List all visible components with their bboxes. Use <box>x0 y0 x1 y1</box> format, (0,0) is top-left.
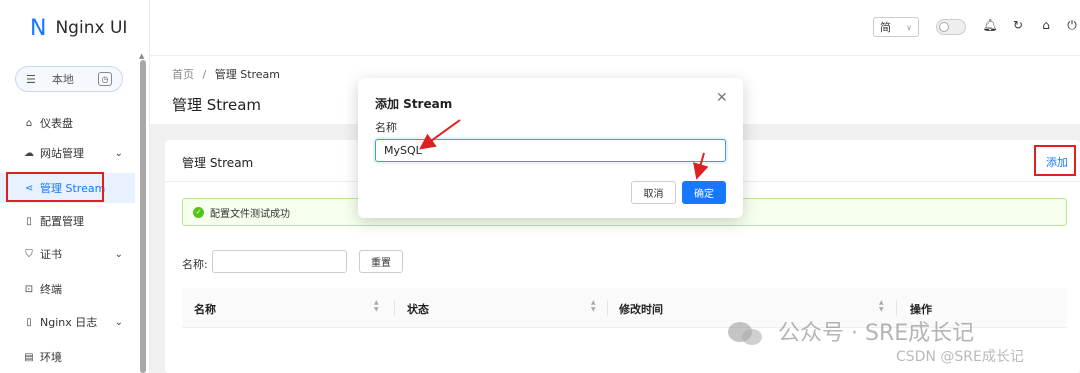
sidebar-item-sites[interactable]: ☁ 网站管理 ⌄ <box>0 138 135 168</box>
check-circle-icon: ✓ <box>193 206 204 218</box>
sidebar-item-label: 证书 <box>40 248 62 261</box>
chevron-down-icon: ⌄ <box>114 147 123 159</box>
app-title: Nginx UI <box>55 18 128 38</box>
env-switcher[interactable]: ☰ 本地 ◷ <box>15 66 123 92</box>
dialog-title: 添加 Stream <box>375 97 453 111</box>
annotation-highlight-stream <box>6 172 104 202</box>
ok-button[interactable]: 确定 <box>682 181 726 204</box>
db-icon: ▤ <box>24 351 34 363</box>
sidebar-item-config[interactable]: ▯ 配置管理 <box>0 206 135 236</box>
reload-icon[interactable]: ↻ <box>1010 18 1026 32</box>
sidebar-item-label: 仪表盘 <box>40 117 73 130</box>
breadcrumb-current: 管理 Stream <box>214 68 281 81</box>
filter-label: 名称: <box>182 258 208 271</box>
topbar: 简 ∨ 🔔︎ ↻ ⌂ ⏻ <box>150 0 1080 56</box>
doc-icon: ▯ <box>26 316 32 328</box>
sidebar-item-label: Nginx 日志 <box>40 316 98 329</box>
sidebar-scrollbar[interactable] <box>140 60 146 373</box>
language-select[interactable]: 简 ∨ <box>873 17 919 37</box>
breadcrumb-separator: / <box>202 68 207 81</box>
add-stream-dialog: 添加 Stream ✕ 名称 MySQL 取消 确定 <box>358 78 743 218</box>
cancel-button[interactable]: 取消 <box>631 181 676 204</box>
alert-text: 配置文件测试成功 <box>210 208 290 220</box>
env-label: 本地 <box>51 73 74 86</box>
name-filter-input[interactable] <box>212 250 347 273</box>
clock-icon: ◷ <box>98 72 112 86</box>
scroll-up-icon[interactable]: ▲ <box>139 52 144 60</box>
name-input[interactable]: MySQL <box>375 139 726 162</box>
sort-icon[interactable]: ▲ ▼ <box>374 299 379 313</box>
list-icon: ☰ <box>26 72 36 86</box>
sidebar-item-env[interactable]: ▤ 环境 <box>0 342 135 372</box>
breadcrumb-home[interactable]: 首页 <box>172 68 194 81</box>
column-divider <box>607 300 608 316</box>
watermark-sub: CSDN @SRE成长记 <box>896 349 1024 365</box>
chevron-down-icon: ⌄ <box>114 248 123 260</box>
home-icon: ⌂ <box>25 117 33 129</box>
column-header-status[interactable]: 状态 <box>407 301 429 317</box>
sidebar-item-cert[interactable]: ⛉ 证书 ⌄ <box>0 239 135 269</box>
column-divider <box>896 300 897 316</box>
logout-icon[interactable]: ⏻ <box>1064 18 1080 33</box>
theme-toggle[interactable] <box>936 19 966 35</box>
app-logo[interactable]: N Nginx UI <box>0 0 149 56</box>
annotation-highlight-add <box>1034 145 1076 176</box>
sidebar-item-label: 配置管理 <box>40 215 84 228</box>
page-title: 管理 Stream <box>172 96 262 114</box>
wechat-icon <box>728 322 762 345</box>
name-field-label: 名称 <box>375 121 397 134</box>
sort-icon[interactable]: ▲ ▼ <box>879 299 884 313</box>
watermark-text: 公众号 · SRE成长记 <box>778 321 975 346</box>
sort-icon[interactable]: ▲ ▼ <box>591 299 596 313</box>
sidebar-item-label: 环境 <box>40 351 62 364</box>
cloud-icon: ☁ <box>24 147 34 159</box>
file-icon: ▯ <box>26 215 32 227</box>
sidebar-item-terminal[interactable]: ⊡ 终端 <box>0 274 135 304</box>
nginx-logo-icon: N <box>30 15 47 41</box>
chevron-down-icon: ∨ <box>906 22 912 32</box>
language-value: 简 <box>880 21 891 34</box>
breadcrumb: 首页 / 管理 Stream <box>172 66 280 82</box>
sun-icon <box>939 22 949 32</box>
bell-icon[interactable]: 🔔︎ <box>982 18 998 32</box>
shield-icon: ⛉ <box>25 248 33 260</box>
card-title: 管理 Stream <box>182 156 254 170</box>
close-icon[interactable]: ✕ <box>716 90 728 106</box>
column-header-modified[interactable]: 修改时间 <box>619 301 663 317</box>
column-divider <box>394 300 395 316</box>
sidebar-item-dashboard[interactable]: ⌂ 仪表盘 <box>0 108 135 138</box>
reset-button[interactable]: 重置 <box>359 250 403 273</box>
chevron-down-icon: ⌄ <box>114 316 123 328</box>
column-header-name[interactable]: 名称 <box>194 301 216 317</box>
sidebar-item-label: 终端 <box>40 283 62 296</box>
home-icon[interactable]: ⌂ <box>1038 18 1054 32</box>
sidebar-item-logs[interactable]: ▯ Nginx 日志 ⌄ <box>0 307 135 337</box>
terminal-icon: ⊡ <box>24 283 34 295</box>
watermark: 公众号 · SRE成长记 <box>727 315 974 347</box>
sidebar-item-label: 网站管理 <box>40 147 84 160</box>
